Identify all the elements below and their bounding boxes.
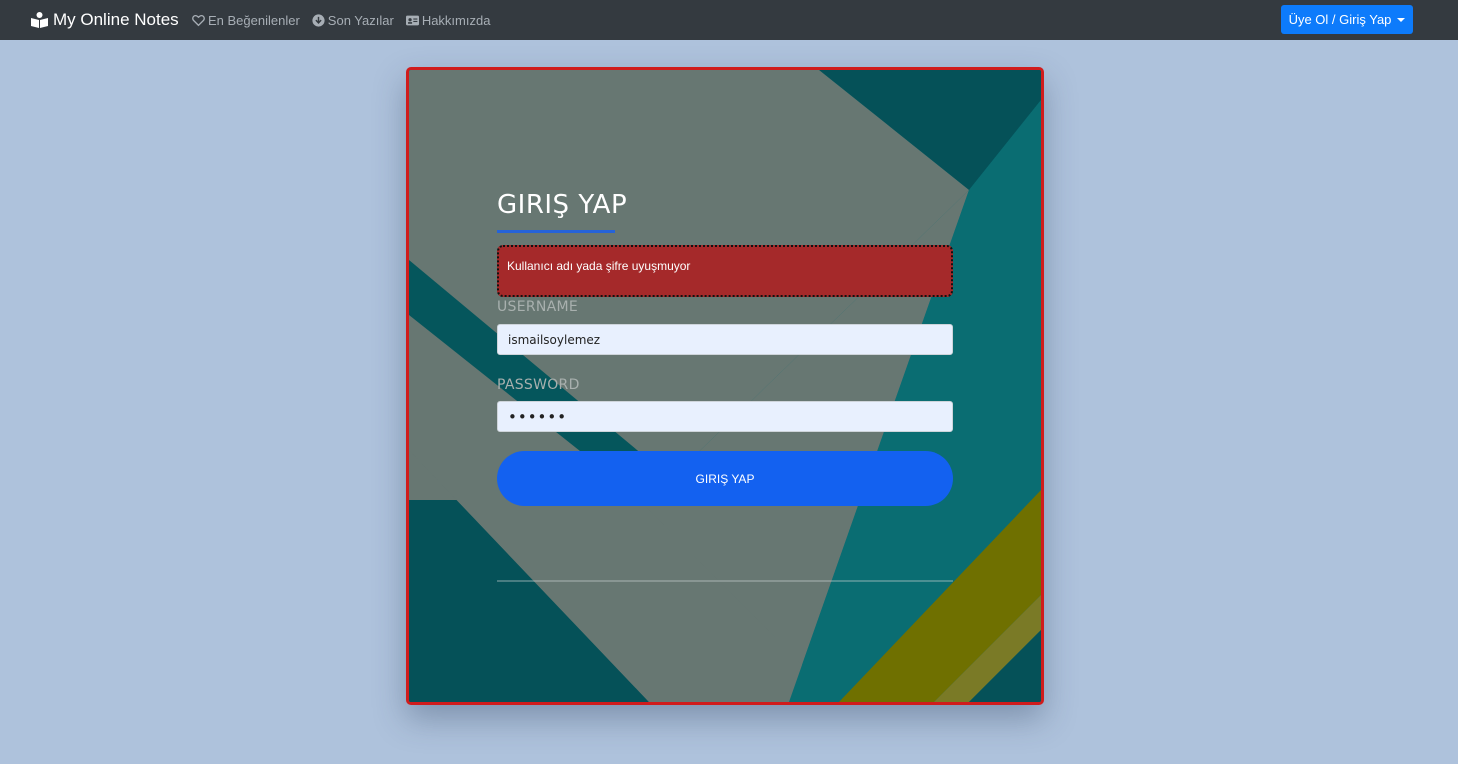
caret-down-icon bbox=[1397, 17, 1406, 22]
top-navbar: My Online Notes En Beğenilenler Son Yazı… bbox=[0, 0, 1458, 40]
username-label: USERNAME bbox=[497, 299, 579, 315]
brand-link[interactable]: My Online Notes bbox=[31, 0, 179, 40]
brand-title: My Online Notes bbox=[53, 10, 179, 29]
password-label: PASSWORD bbox=[497, 377, 580, 393]
login-submit-button[interactable]: GIRIŞ YAP bbox=[497, 451, 953, 506]
divider bbox=[497, 580, 953, 582]
nav-links: En Beğenilenler Son Yazılar Hakkımızda bbox=[192, 0, 490, 40]
reader-icon bbox=[31, 12, 48, 28]
arrow-circle-down-icon bbox=[312, 13, 325, 27]
error-message: Kullanıcı adı yada şifre uyuşmuyor bbox=[507, 259, 691, 273]
account-dropdown-label: Üye Ol / Giriş Yap bbox=[1288, 12, 1392, 27]
login-card: GIRIŞ YAP Kullanıcı adı yada şifre uyuşm… bbox=[406, 67, 1044, 705]
login-title: GIRIŞ YAP bbox=[497, 190, 628, 220]
nav-link-most-liked[interactable]: En Beğenilenler bbox=[192, 13, 300, 28]
error-alert: Kullanıcı adı yada şifre uyuşmuyor bbox=[497, 245, 953, 297]
nav-link-label: Son Yazılar bbox=[327, 12, 394, 28]
id-card-icon bbox=[405, 15, 419, 25]
nav-link-about[interactable]: Hakkımızda bbox=[405, 12, 491, 28]
username-input[interactable] bbox=[497, 324, 953, 355]
nav-link-label: Hakkımızda bbox=[421, 12, 491, 28]
heart-icon bbox=[192, 14, 205, 26]
nav-link-latest[interactable]: Son Yazılar bbox=[312, 13, 394, 28]
account-dropdown-button[interactable]: Üye Ol / Giriş Yap bbox=[1281, 5, 1413, 34]
password-input[interactable] bbox=[497, 401, 953, 432]
title-underline bbox=[497, 230, 615, 233]
nav-link-label: En Beğenilenler bbox=[208, 12, 300, 28]
